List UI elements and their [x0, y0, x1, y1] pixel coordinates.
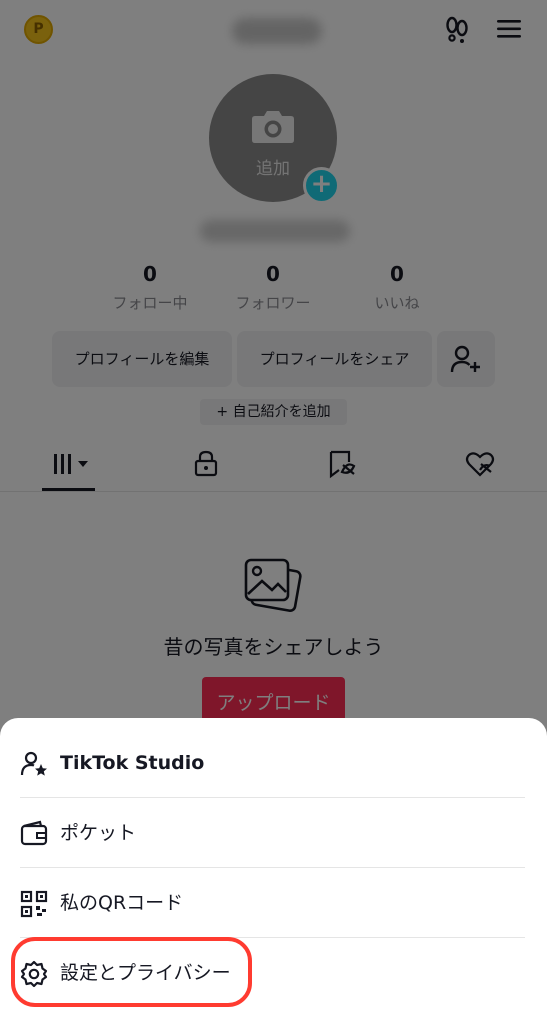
- wallet-icon: [20, 820, 48, 846]
- creator-star-icon: [20, 751, 47, 776]
- menu-item-pocket[interactable]: ポケット: [20, 798, 525, 868]
- menu-item-qr-code[interactable]: 私のQRコード: [20, 868, 525, 938]
- menu-item-label: 私のQRコード: [60, 892, 184, 914]
- highlight-annotation: [11, 937, 252, 1007]
- menu-item-tiktok-studio[interactable]: TikTok Studio: [20, 728, 525, 798]
- menu-item-label: ポケット: [60, 822, 137, 844]
- qr-code-icon: [20, 890, 48, 918]
- menu-item-label: TikTok Studio: [60, 752, 205, 774]
